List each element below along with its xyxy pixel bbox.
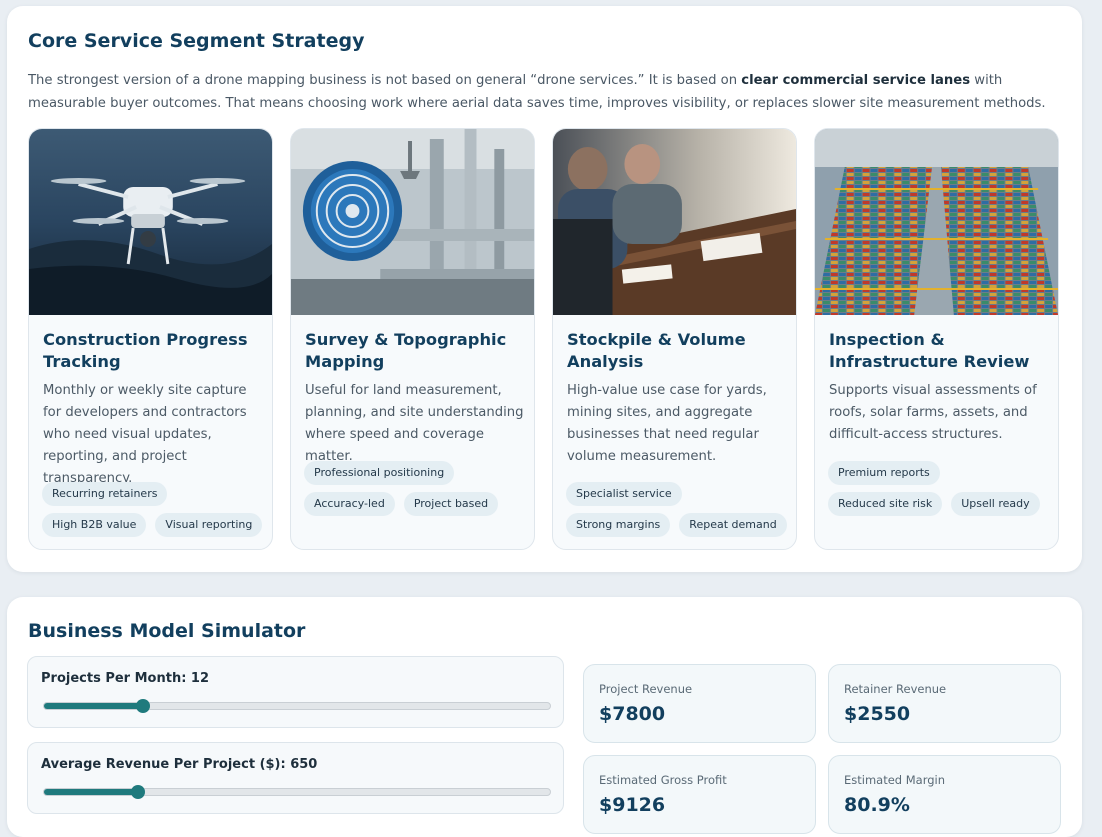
- tag: Accuracy-led: [304, 492, 395, 516]
- card-title: Inspection & Infrastructure Review: [829, 330, 1030, 371]
- slider-thumb[interactable]: [135, 699, 150, 713]
- card-tags: Recurring retainers High B2B value Visua…: [42, 482, 267, 537]
- tag: Reduced site risk: [828, 492, 943, 516]
- card-title: Stockpile & Volume Analysis: [567, 330, 746, 371]
- stat-label: Estimated Gross Profit: [599, 773, 727, 787]
- slider-thumb[interactable]: [130, 785, 145, 799]
- project-revenue-card: Project Revenue $7800: [583, 664, 816, 743]
- tag: Recurring retainers: [42, 482, 168, 506]
- card-description: High-value use case for yards, mining si…: [567, 383, 767, 464]
- card-description: Supports visual assessments of roofs, so…: [829, 383, 1037, 442]
- tag: Premium reports: [828, 461, 940, 485]
- meeting-table-photo: [553, 129, 796, 315]
- card-description: Useful for land measurement, planning, a…: [305, 383, 524, 464]
- tag: Upsell ready: [951, 492, 1040, 516]
- card-tags: Specialist service Strong margins Repeat…: [566, 482, 791, 537]
- service-card-inspection[interactable]: Inspection & Infrastructure Review Suppo…: [814, 128, 1059, 550]
- slider-fill: [44, 703, 143, 709]
- section-intro: The strongest version of a drone mapping…: [28, 73, 1046, 111]
- section-title: Core Service Segment Strategy: [28, 30, 365, 52]
- service-card-survey[interactable]: Survey & Topographic Mapping Useful for …: [290, 128, 535, 550]
- stat-value: $7800: [599, 703, 666, 725]
- service-card-stockpile[interactable]: Stockpile & Volume Analysis High-value u…: [552, 128, 797, 550]
- tag: Visual reporting: [155, 513, 263, 537]
- industrial-pipes-photo: [291, 129, 534, 315]
- service-card-construction[interactable]: Construction Progress Tracking Monthly o…: [28, 128, 273, 550]
- margin-card: Estimated Margin 80.9%: [828, 755, 1061, 834]
- retainer-revenue-card: Retainer Revenue $2550: [828, 664, 1061, 743]
- slider-label: Projects Per Month: 12: [41, 671, 210, 686]
- tag: Repeat demand: [679, 513, 787, 537]
- card-title: Survey & Topographic Mapping: [305, 330, 507, 371]
- card-tags: Premium reports Reduced site risk Upsell…: [828, 461, 1053, 516]
- card-description: Monthly or weekly site capture for devel…: [43, 383, 247, 486]
- stat-label: Retainer Revenue: [844, 682, 947, 696]
- slider-fill: [44, 789, 138, 795]
- service-strategy-panel: Core Service Segment Strategy The strong…: [7, 6, 1082, 572]
- tag: Professional positioning: [304, 461, 455, 485]
- tag: Specialist service: [566, 482, 682, 506]
- business-simulator-panel: Business Model Simulator Projects Per Mo…: [7, 597, 1082, 837]
- stat-label: Project Revenue: [599, 682, 693, 696]
- tag: Strong margins: [566, 513, 671, 537]
- tag: High B2B value: [42, 513, 147, 537]
- tag: Project based: [403, 492, 499, 516]
- projects-per-month-control: Projects Per Month: 12: [27, 656, 564, 728]
- slider-label: Average Revenue Per Project ($): 650: [41, 757, 318, 772]
- card-title: Construction Progress Tracking: [43, 330, 248, 371]
- average-revenue-control: Average Revenue Per Project ($): 650: [27, 742, 564, 814]
- container-port-photo: [815, 129, 1058, 315]
- drone-photo: [29, 129, 272, 315]
- section-title: Business Model Simulator: [28, 620, 306, 642]
- stat-value: $2550: [844, 703, 911, 725]
- card-tags: Professional positioning Accuracy-led Pr…: [304, 461, 529, 516]
- intro-emphasis: clear commercial service lanes: [741, 73, 971, 88]
- projects-per-month-slider[interactable]: [43, 699, 551, 713]
- gross-profit-card: Estimated Gross Profit $9126: [583, 755, 816, 834]
- average-revenue-slider[interactable]: [43, 785, 551, 799]
- stat-label: Estimated Margin: [844, 773, 946, 787]
